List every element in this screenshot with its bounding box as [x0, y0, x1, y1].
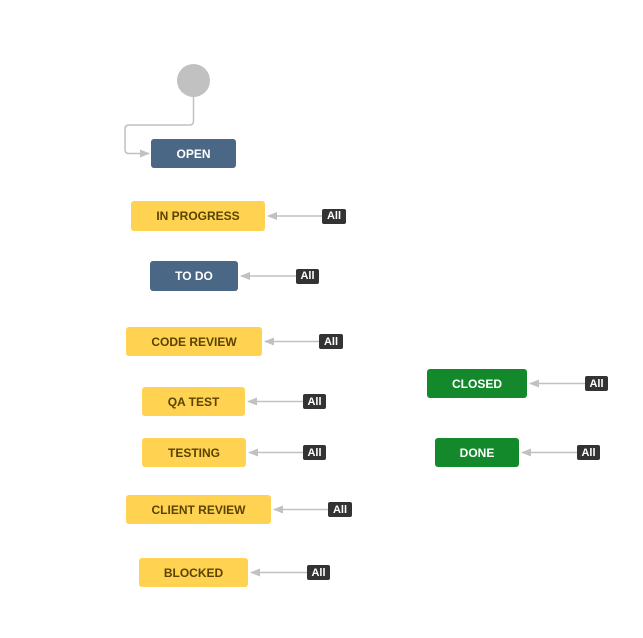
- status-done[interactable]: DONE: [435, 438, 519, 467]
- status-client-review[interactable]: CLIENT REVIEW: [126, 495, 271, 524]
- global-transition-badge-closed[interactable]: All: [585, 376, 608, 391]
- global-transition-badge-to-do[interactable]: All: [296, 268, 319, 284]
- status-blocked[interactable]: BLOCKED: [139, 558, 248, 587]
- global-transition-badge-done[interactable]: All: [577, 445, 600, 460]
- status-open[interactable]: OPEN: [151, 139, 236, 168]
- global-transition-badge-client-review[interactable]: All: [328, 502, 352, 517]
- global-transition-badge-blocked[interactable]: All: [307, 565, 330, 580]
- status-code-review[interactable]: CODE REVIEW: [126, 327, 262, 356]
- global-transition-badge-in-progress[interactable]: All: [322, 208, 346, 224]
- status-to-do[interactable]: TO DO: [150, 261, 238, 291]
- status-qa-test[interactable]: QA TEST: [142, 387, 245, 416]
- status-in-progress[interactable]: IN PROGRESS: [131, 201, 265, 231]
- status-closed[interactable]: CLOSED: [427, 369, 527, 398]
- status-testing[interactable]: TESTING: [142, 438, 246, 467]
- global-transition-badge-testing[interactable]: All: [303, 445, 326, 460]
- global-transition-badge-qa-test[interactable]: All: [303, 394, 326, 409]
- workflow-connectors: [124, 97, 585, 577]
- global-transition-badge-code-review[interactable]: All: [319, 334, 343, 349]
- start-node[interactable]: [177, 64, 210, 97]
